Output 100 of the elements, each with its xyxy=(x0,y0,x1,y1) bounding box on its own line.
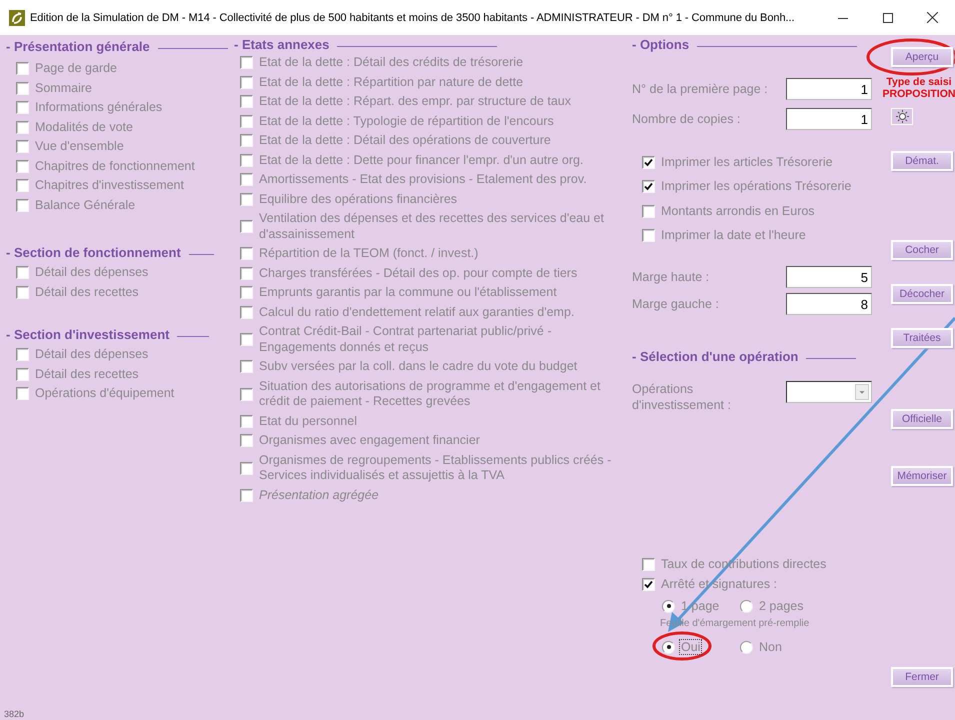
section-heading: - Options xyxy=(632,37,690,53)
checkbox-label: Etat du personnel xyxy=(259,414,357,429)
checkbox-label: Organismes avec engagement financier xyxy=(259,433,480,448)
checkbox[interactable] xyxy=(240,306,253,319)
field-label: Nombre de copies : xyxy=(632,112,740,126)
checkbox-label: Opérations d'équipement xyxy=(35,386,174,402)
checkbox[interactable] xyxy=(240,388,253,400)
checkbox-label: Imprimer la date et l'heure xyxy=(661,228,806,244)
radio-label: 1 page xyxy=(680,598,720,614)
checkbox-label: Chapitres d'investissement xyxy=(35,178,184,194)
action-button[interactable]: Aperçu xyxy=(891,47,953,67)
checkbox-label: Détail des dépenses xyxy=(35,265,148,280)
checkbox[interactable] xyxy=(16,62,29,76)
checkbox[interactable] xyxy=(642,558,655,572)
action-button[interactable]: Démat. xyxy=(891,151,953,171)
number-field[interactable]: 1 xyxy=(786,78,872,100)
checkbox[interactable] xyxy=(16,387,29,400)
checkbox-label: Sommaire xyxy=(35,80,92,96)
checkbox-label: Détail des recettes xyxy=(35,284,139,300)
checkbox-label: Imprimer les articles Trésorerie xyxy=(661,154,833,170)
checkbox[interactable] xyxy=(240,134,253,148)
field-label: Opérations d'investissement : xyxy=(632,381,732,413)
checkbox[interactable] xyxy=(642,180,655,194)
checkbox[interactable] xyxy=(16,179,29,192)
radio-label: Oui xyxy=(679,639,702,655)
checkbox[interactable] xyxy=(240,247,253,260)
section-heading: - Présentation générale xyxy=(6,39,150,55)
checkbox-label: Etat de la dette : Détail des crédits de trésorerie xyxy=(259,55,524,70)
checkbox[interactable] xyxy=(240,333,253,346)
radio-button[interactable] xyxy=(740,640,753,654)
dropdown-field[interactable] xyxy=(786,381,872,403)
checkbox-label: Présentation agrégée xyxy=(259,488,379,503)
checkbox[interactable] xyxy=(16,82,29,95)
section-heading: - Etats annexes xyxy=(234,37,330,53)
checkbox[interactable] xyxy=(240,114,253,128)
checkbox[interactable] xyxy=(240,286,253,300)
checkbox[interactable] xyxy=(642,578,655,591)
checkbox[interactable] xyxy=(240,462,253,474)
checkbox-label: Détail des recettes xyxy=(35,366,139,382)
section-heading: - Section d'investissement xyxy=(6,327,170,343)
action-button[interactable]: Traitées xyxy=(891,328,953,348)
radio-button[interactable] xyxy=(662,640,675,654)
action-button[interactable]: Décocher xyxy=(891,284,953,304)
checkbox[interactable] xyxy=(240,266,253,280)
checkbox[interactable] xyxy=(642,229,655,242)
field-label: Marge haute : xyxy=(632,270,710,284)
checkbox[interactable] xyxy=(16,266,29,280)
maximize-icon xyxy=(882,12,892,22)
annotation-ellipse xyxy=(652,632,712,660)
number-field[interactable]: 1 xyxy=(786,108,872,130)
checkbox[interactable] xyxy=(240,360,253,374)
version-label: 382b xyxy=(4,709,26,720)
checkbox[interactable] xyxy=(240,434,253,448)
radio-label: Non xyxy=(758,639,783,655)
checkbox[interactable] xyxy=(16,286,29,299)
number-field[interactable]: 8 xyxy=(786,293,872,315)
checkbox-label: Subv versées par la coll. dans le cadre du vote du budget xyxy=(259,359,578,374)
checkbox-label: Imprimer les opérations Trésorerie xyxy=(661,179,852,194)
action-button[interactable]: Fermer xyxy=(891,667,953,687)
number-field[interactable]: 5 xyxy=(786,266,872,288)
action-button[interactable]: Cocher xyxy=(891,240,953,260)
checkbox-label: Etat de la dette : Répartition par nature de dette xyxy=(259,74,524,90)
checkbox[interactable] xyxy=(16,348,29,362)
checkbox-label: Charges transférées - Détail des op. pour compte de tiers xyxy=(259,266,578,281)
checkbox-label: Etat de la dette : Répart. des empr. par structure de taux xyxy=(259,94,571,110)
checkbox[interactable] xyxy=(240,488,253,502)
checkbox-label: Situation des autorisations de programme et d'engagement et crédit de paiement - Recettes grevées xyxy=(259,378,602,410)
window-title: Edition de la Simulation de DM - M14 - Collectivité de plus de 500 habitants et moins de 3500 habitants - ADMINISTRATEUR - DM n° 1 - Commune du Bonh... xyxy=(30,12,796,24)
checkbox[interactable] xyxy=(16,101,29,114)
gear-icon xyxy=(896,110,908,123)
checkbox[interactable] xyxy=(642,204,655,218)
checkbox[interactable] xyxy=(240,192,253,206)
checkbox[interactable] xyxy=(16,140,29,154)
checkbox[interactable] xyxy=(16,368,29,381)
action-button[interactable]: Officielle xyxy=(891,409,953,429)
checkbox-label: Informations générales xyxy=(35,100,162,116)
checkbox[interactable] xyxy=(240,173,253,186)
checkbox[interactable] xyxy=(16,198,29,212)
checkbox-label: Ventilation des dépenses et des recettes des services d'eau et d'assainissement xyxy=(259,211,605,242)
radio-button[interactable] xyxy=(662,600,675,612)
checkbox[interactable] xyxy=(240,95,253,108)
checkbox[interactable] xyxy=(16,120,29,134)
checkbox[interactable] xyxy=(240,56,253,70)
checkbox[interactable] xyxy=(240,76,253,89)
settings-button[interactable] xyxy=(891,108,913,125)
action-button[interactable]: Mémoriser xyxy=(891,466,953,486)
checkbox-label: Modalités de vote xyxy=(35,120,133,135)
checkbox-label: Détail des dépenses xyxy=(35,347,148,362)
checkbox-label: Chapitres de fonctionnement xyxy=(35,158,195,174)
checkbox[interactable] xyxy=(240,154,253,167)
field-label: Marge gauche : xyxy=(632,297,719,311)
checkbox[interactable] xyxy=(240,414,253,428)
checkbox[interactable] xyxy=(642,156,655,169)
checkbox-label: Emprunts garantis par la commune ou l'établissement xyxy=(259,285,557,300)
checkbox[interactable] xyxy=(16,160,29,173)
radio-button[interactable] xyxy=(740,600,753,612)
checkbox-label: Contrat Crédit-Bail - Contrat partenariat public/privé - Engagements donnés et reçus xyxy=(259,324,552,355)
checkbox-label: Page de garde xyxy=(35,61,118,76)
checkbox[interactable] xyxy=(240,220,253,233)
checkbox-label: Balance Générale xyxy=(35,198,136,213)
